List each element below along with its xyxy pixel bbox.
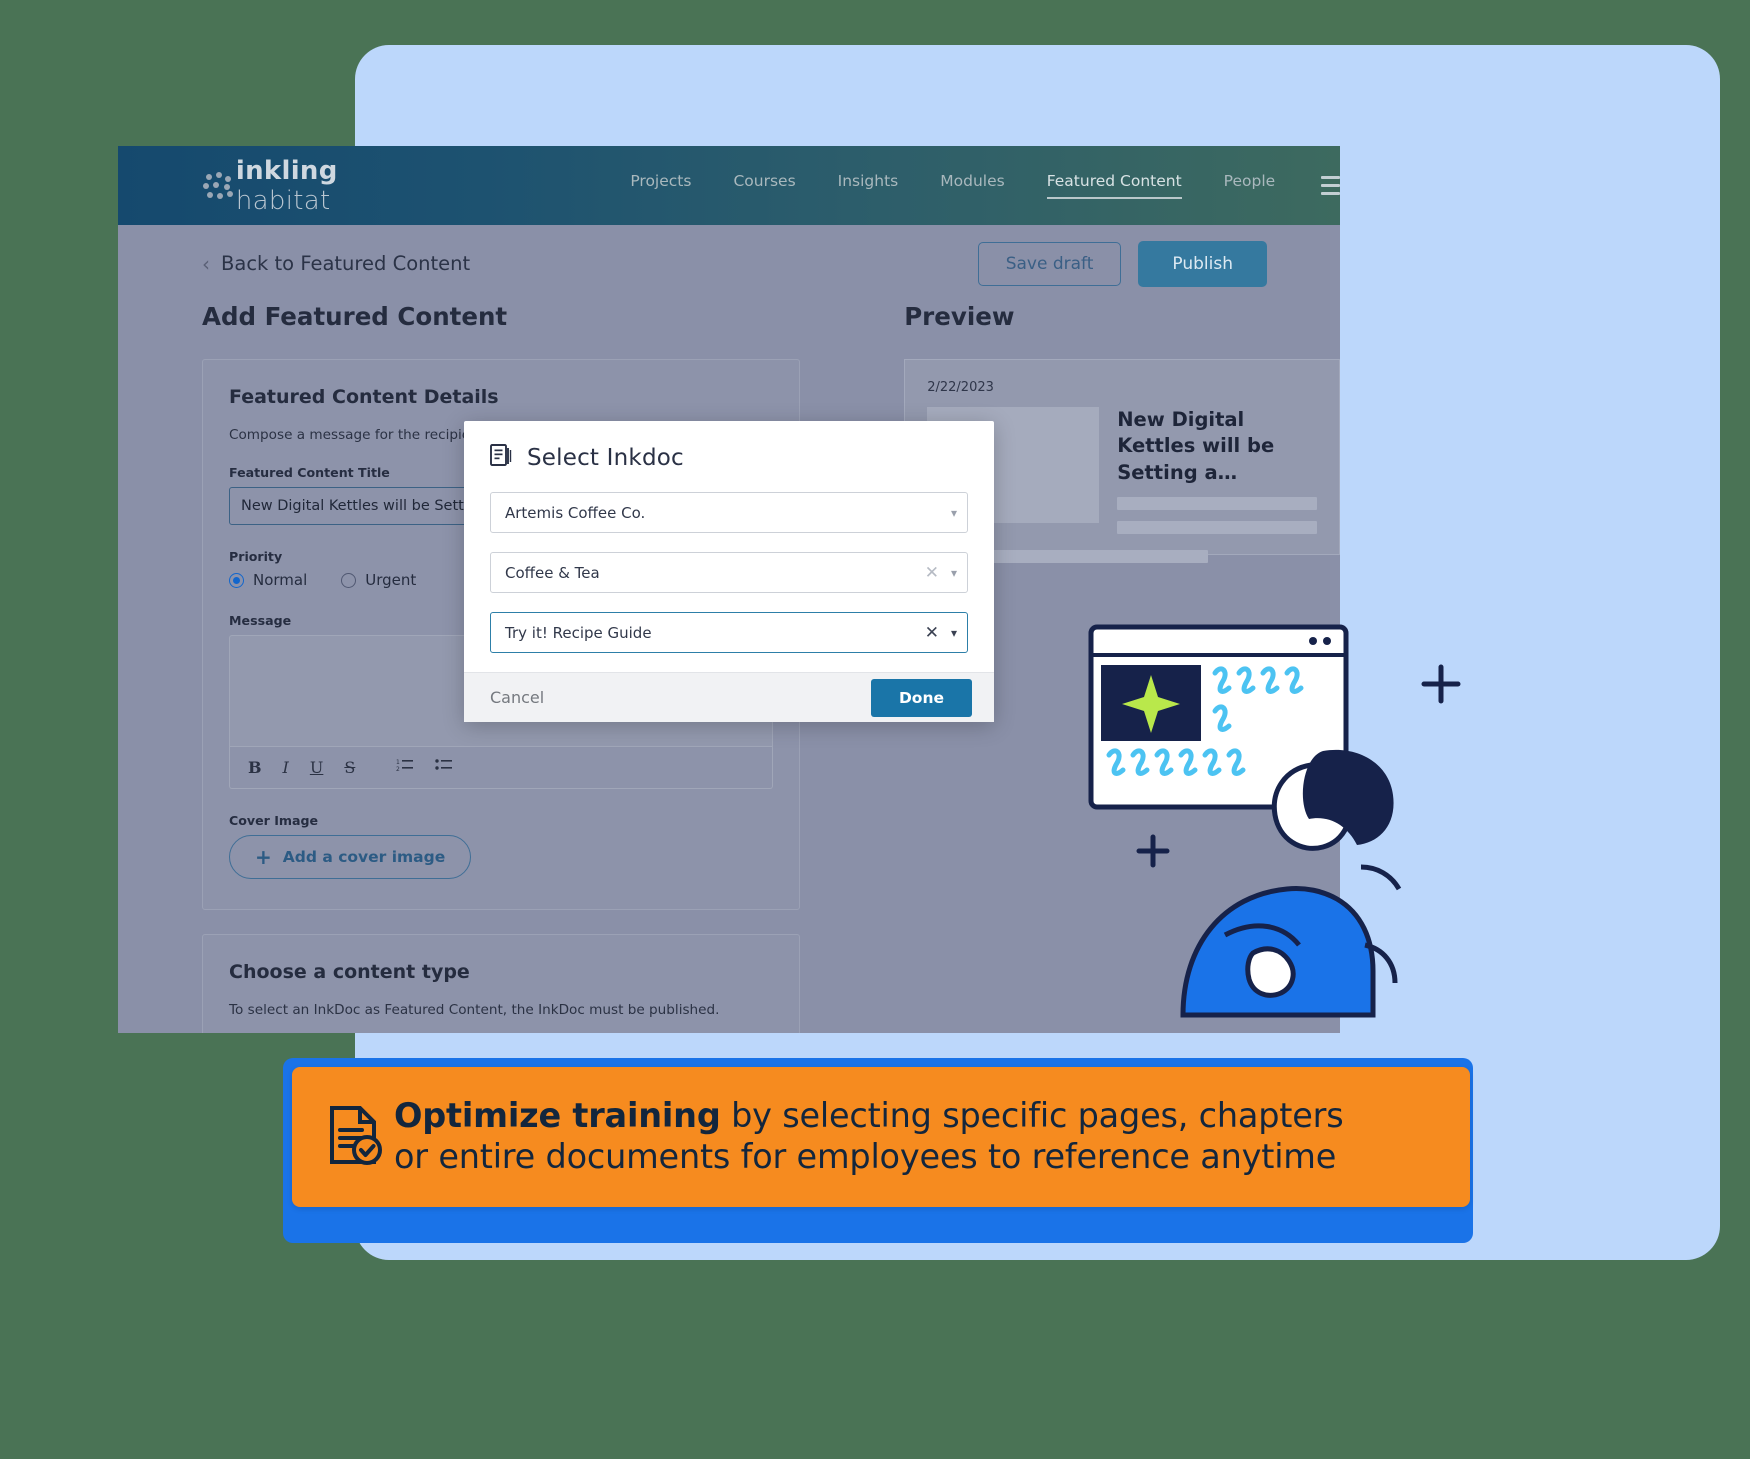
brand-logo[interactable]: inkling habitat bbox=[201, 156, 360, 216]
modal-header: Select Inkdoc bbox=[464, 421, 994, 472]
italic-icon[interactable]: I bbox=[283, 758, 289, 777]
preview-date: 2/22/2023 bbox=[927, 380, 994, 395]
done-button[interactable]: Done bbox=[870, 678, 972, 717]
svg-text:2: 2 bbox=[396, 766, 400, 772]
document-icon bbox=[490, 443, 513, 472]
add-cover-image-label: Add a cover image bbox=[282, 848, 446, 866]
brand-name-light: habitat bbox=[235, 185, 331, 216]
person-looking-at-browser-window-illustration bbox=[1075, 615, 1495, 1035]
nav-item-modules[interactable]: Modules bbox=[940, 172, 1004, 199]
close-icon[interactable]: ✕ bbox=[925, 624, 939, 641]
dots-network-icon bbox=[201, 170, 233, 202]
promo-banner-text: Optimize training by selecting specific … bbox=[394, 1096, 1344, 1178]
content-type-heading: Choose a content type bbox=[229, 961, 470, 983]
nav-item-courses[interactable]: Courses bbox=[733, 172, 795, 199]
strikethrough-icon[interactable]: S bbox=[344, 758, 355, 777]
plus-icon: + bbox=[255, 845, 272, 869]
priority-urgent-label: Urgent bbox=[365, 571, 417, 589]
preview-text-block: New Digital Kettles will be Setting a… bbox=[1117, 407, 1317, 534]
publish-button[interactable]: Publish bbox=[1138, 240, 1267, 287]
details-heading: Featured Content Details bbox=[229, 386, 499, 408]
preview-heading: Preview bbox=[904, 302, 1015, 331]
cover-image-label: Cover Image bbox=[229, 813, 319, 828]
page-subheader: ‹ Back to Featured Content Save draft Pu… bbox=[118, 225, 1340, 302]
radio-normal-icon[interactable] bbox=[229, 572, 244, 588]
close-icon[interactable]: ✕ bbox=[925, 564, 939, 581]
back-link-label: Back to Featured Content bbox=[221, 252, 471, 275]
modal-body: Artemis Coffee Co. ▾ Coffee & Tea ✕ ▾ Tr… bbox=[464, 472, 994, 672]
chevron-down-icon[interactable]: ▾ bbox=[951, 507, 957, 519]
chevron-left-icon: ‹ bbox=[202, 251, 210, 276]
promo-banner-rest: by selecting specific pages, chapters bbox=[720, 1096, 1344, 1136]
inkdoc-collection-dropdown[interactable]: Coffee & Tea ✕ ▾ bbox=[490, 552, 968, 593]
message-editor-toolbar: B I U S 12 bbox=[229, 747, 774, 789]
bullet-list-icon[interactable] bbox=[435, 758, 453, 777]
modal-title: Select Inkdoc bbox=[527, 444, 684, 471]
promo-banner-line-2: or entire documents for employees to ref… bbox=[394, 1137, 1337, 1176]
nav-item-featured-content[interactable]: Featured Content bbox=[1046, 172, 1182, 199]
bold-icon[interactable]: B bbox=[248, 758, 262, 777]
inkdoc-collection-value: Coffee & Tea bbox=[505, 563, 600, 582]
nav-links: Projects Courses Insights Modules Featur… bbox=[630, 172, 1275, 199]
save-draft-button[interactable]: Save draft bbox=[977, 241, 1122, 286]
content-type-card: Choose a content type To select an InkDo… bbox=[202, 934, 801, 1033]
nav-item-people[interactable]: People bbox=[1224, 172, 1276, 199]
hamburger-icon[interactable] bbox=[1321, 171, 1340, 200]
top-navigation-bar: inkling habitat Projects Courses Insight… bbox=[118, 146, 1340, 225]
select-inkdoc-modal: Select Inkdoc Artemis Coffee Co. ▾ Coffe… bbox=[464, 421, 994, 722]
preview-title: New Digital Kettles will be Setting a… bbox=[1117, 408, 1275, 484]
priority-option-urgent[interactable]: Urgent bbox=[341, 571, 416, 589]
nav-item-insights[interactable]: Insights bbox=[838, 172, 899, 199]
document-check-icon bbox=[326, 1104, 394, 1171]
header-actions: Save draft Publish bbox=[977, 240, 1267, 287]
radio-urgent-icon[interactable] bbox=[341, 572, 357, 588]
brand-name-bold: inkling bbox=[235, 155, 338, 186]
modal-footer: Cancel Done bbox=[464, 672, 994, 722]
inkdoc-org-dropdown[interactable]: Artemis Coffee Co. ▾ bbox=[490, 492, 968, 533]
inkdoc-document-value: Try it! Recipe Guide bbox=[505, 623, 652, 642]
add-cover-image-button[interactable]: + Add a cover image bbox=[229, 835, 472, 879]
promo-banner-lead: Optimize training bbox=[394, 1096, 721, 1136]
content-type-description: To select an InkDoc as Featured Content,… bbox=[229, 1002, 720, 1018]
page-title: Add Featured Content bbox=[202, 302, 508, 331]
underline-icon[interactable]: U bbox=[310, 758, 323, 777]
inkdoc-document-dropdown[interactable]: Try it! Recipe Guide ✕ ▾ bbox=[490, 612, 968, 653]
promo-banner-line-1: Optimize training by selecting specific … bbox=[394, 1096, 1344, 1137]
promo-banner: Optimize training by selecting specific … bbox=[292, 1067, 1470, 1207]
preview-skeleton-line bbox=[1117, 520, 1317, 534]
nav-item-projects[interactable]: Projects bbox=[630, 172, 691, 199]
cancel-button[interactable]: Cancel bbox=[490, 688, 544, 707]
chevron-down-icon[interactable]: ▾ bbox=[951, 567, 957, 579]
chevron-down-icon[interactable]: ▾ bbox=[951, 627, 957, 639]
ordered-list-icon[interactable]: 12 bbox=[396, 758, 414, 777]
priority-option-normal[interactable]: Normal bbox=[229, 571, 307, 589]
inkdoc-org-value: Artemis Coffee Co. bbox=[505, 503, 646, 522]
back-to-featured-content-link[interactable]: ‹ Back to Featured Content bbox=[202, 252, 470, 275]
preview-skeleton-line bbox=[1117, 496, 1317, 510]
svg-text:1: 1 bbox=[396, 759, 400, 766]
priority-normal-label: Normal bbox=[253, 571, 308, 589]
brand-name: inkling habitat bbox=[236, 156, 360, 216]
